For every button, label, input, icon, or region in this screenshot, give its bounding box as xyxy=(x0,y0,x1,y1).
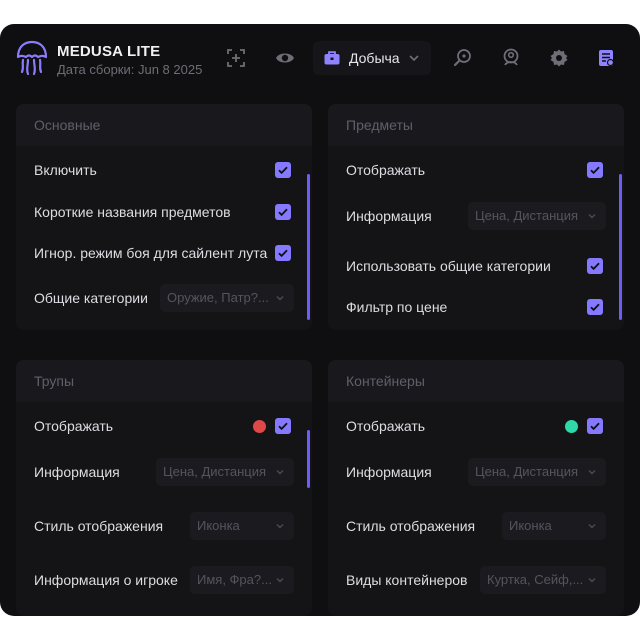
setting-row: Информация Цена, Дистанция xyxy=(346,458,606,486)
briefcase-icon xyxy=(323,49,341,67)
setting-label: Стиль отображения xyxy=(346,518,476,534)
setting-label: Игнор. режим боя для сайлент лута xyxy=(34,245,268,261)
jellyfish-logo-icon xyxy=(14,39,50,77)
crosshair-target-icon[interactable] xyxy=(223,45,249,71)
setting-row: Включить xyxy=(34,156,294,184)
setting-row: Стиль отображения Иконка xyxy=(346,512,606,540)
common-categories-select[interactable]: Оружие, Патр?... xyxy=(160,284,294,312)
panel-corpses: Трупы Отображать Информация Цена, Дистан… xyxy=(16,360,312,616)
setting-label: Фильтр по цене xyxy=(346,299,448,315)
config-list-icon[interactable] xyxy=(593,45,619,71)
build-date: Дата сборки: Jun 8 2025 xyxy=(57,62,203,77)
setting-row: Фильтр по цене xyxy=(346,293,606,321)
setting-row: Стиль отображения Иконка xyxy=(34,512,294,540)
search-target-icon[interactable] xyxy=(450,45,476,71)
setting-row: Игнор. режим боя для сайлент лута xyxy=(34,239,294,267)
enable-checkbox[interactable] xyxy=(275,162,291,178)
ignore-combat-checkbox[interactable] xyxy=(275,245,291,261)
panel-body: Отображать Информация Цена, Дистанция Ст… xyxy=(328,402,624,616)
info-select[interactable]: Цена, Дистанция xyxy=(468,458,606,486)
info-select[interactable]: Цена, Дистанция xyxy=(468,202,606,230)
use-common-checkbox[interactable] xyxy=(587,258,603,274)
setting-row xyxy=(34,324,294,330)
chevron-down-icon xyxy=(587,467,597,477)
setting-label: Использовать общие категории xyxy=(346,258,551,274)
setting-row: Отображать xyxy=(346,156,606,184)
header-bar: MEDUSA LITE Дата сборки: Jun 8 2025 Добы… xyxy=(0,24,640,100)
container-types-select[interactable]: Куртка, Сейф,... xyxy=(480,566,606,594)
panel-items: Предметы Отображать Информация Цена, Дис… xyxy=(328,104,624,330)
gear-icon[interactable] xyxy=(546,45,572,71)
price-filter-checkbox[interactable] xyxy=(587,299,603,315)
panel-body: Отображать Информация Цена, Дистанция Ст… xyxy=(16,402,312,616)
app-title: MEDUSA LITE xyxy=(57,43,161,60)
panel-title: Предметы xyxy=(328,104,624,146)
setting-row: Отображать xyxy=(34,412,294,440)
setting-row: Общие категории Оружие, Патр?... xyxy=(34,284,294,312)
mode-select[interactable]: Добыча xyxy=(313,41,431,75)
setting-row: Короткие названия предметов xyxy=(34,198,294,226)
display-checkbox[interactable] xyxy=(275,418,291,434)
chevron-down-icon xyxy=(275,521,285,531)
panel-basic: Основные Включить Короткие названия пред… xyxy=(16,104,312,330)
display-checkbox[interactable] xyxy=(587,418,603,434)
setting-label: Информация о игроке xyxy=(34,572,178,588)
setting-label: Отображать xyxy=(34,418,114,434)
scrollbar[interactable] xyxy=(307,174,310,320)
setting-label: Стиль отображения xyxy=(34,518,164,534)
short-names-checkbox[interactable] xyxy=(275,204,291,220)
panel-body: Отображать Информация Цена, Дистанция Ис… xyxy=(328,146,624,330)
scrollbar[interactable] xyxy=(307,430,310,488)
color-dot[interactable] xyxy=(565,420,578,433)
setting-label: Информация xyxy=(346,464,432,480)
panel-title: Трупы xyxy=(16,360,312,402)
app-window: MEDUSA LITE Дата сборки: Jun 8 2025 Добы… xyxy=(0,24,640,616)
setting-label: Отображать xyxy=(346,418,426,434)
color-dot[interactable] xyxy=(253,420,266,433)
player-info-select[interactable]: Имя, Фра?... xyxy=(190,566,294,594)
setting-label: Короткие названия предметов xyxy=(34,204,231,220)
mode-label: Добыча xyxy=(349,50,400,66)
style-select[interactable]: Иконка xyxy=(190,512,294,540)
setting-row: Информация Цена, Дистанция xyxy=(346,202,606,230)
chevron-down-icon xyxy=(275,575,285,585)
chevron-down-icon xyxy=(408,52,420,64)
panel-containers: Контейнеры Отображать Информация Цена, Д… xyxy=(328,360,624,616)
user-icon[interactable] xyxy=(498,45,524,71)
info-select[interactable]: Цена, Дистанция xyxy=(156,458,294,486)
panel-body: Включить Короткие названия предметов Игн… xyxy=(16,146,312,330)
setting-row: Виды контейнеров Куртка, Сейф,... xyxy=(346,566,606,594)
setting-label: Информация xyxy=(346,208,432,224)
panel-title: Контейнеры xyxy=(328,360,624,402)
chevron-down-icon xyxy=(275,293,285,303)
setting-row: Использовать общие категории xyxy=(346,252,606,280)
setting-label: Включить xyxy=(34,162,97,178)
chevron-down-icon xyxy=(587,575,597,585)
setting-row: Отображать xyxy=(346,412,606,440)
setting-label: Виды контейнеров xyxy=(346,572,468,588)
chevron-down-icon xyxy=(587,211,597,221)
setting-label: Отображать xyxy=(346,162,426,178)
scrollbar[interactable] xyxy=(619,174,622,320)
setting-label: Информация xyxy=(34,464,120,480)
eye-icon[interactable] xyxy=(272,45,298,71)
panel-title: Основные xyxy=(16,104,312,146)
style-select[interactable]: Иконка xyxy=(502,512,606,540)
setting-label: Общие категории xyxy=(34,290,148,306)
setting-row: Информация Цена, Дистанция xyxy=(34,458,294,486)
chevron-down-icon xyxy=(587,521,597,531)
chevron-down-icon xyxy=(275,467,285,477)
setting-row: Информация о игроке Имя, Фра?... xyxy=(34,566,294,594)
display-checkbox[interactable] xyxy=(587,162,603,178)
